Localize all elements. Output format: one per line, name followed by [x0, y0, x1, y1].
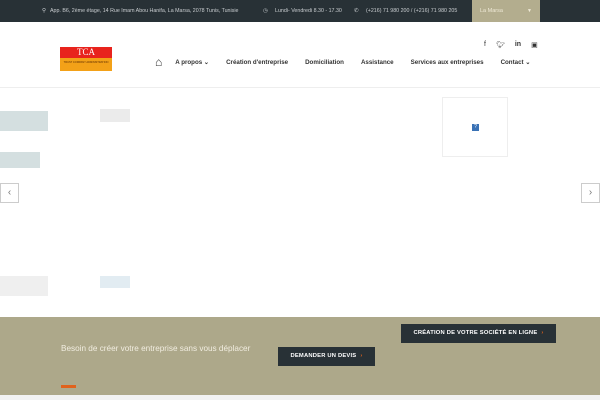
city-value: La Marsa — [480, 8, 503, 14]
youtube-icon[interactable]: ▣ — [531, 41, 538, 49]
nav-assistance[interactable]: Assistance — [361, 59, 394, 66]
demander-devis-button[interactable]: DEMANDER UN DEVIS › — [278, 347, 375, 366]
facebook-icon[interactable]: f — [484, 41, 486, 49]
hero-slider — [0, 88, 600, 317]
city-select[interactable]: La Marsa ▼ — [472, 0, 540, 22]
social-links: f 🐦︎ in ▣ — [484, 41, 538, 49]
cta-band: Besoin de créer votre entreprise sans vo… — [0, 317, 600, 395]
cta-text: Besoin de créer votre entreprise sans vo… — [61, 344, 251, 353]
nav-services[interactable]: Services aux entreprises — [411, 59, 484, 66]
home-icon[interactable]: ⌂ — [155, 55, 162, 69]
nav-contact[interactable]: Contact ⌄ — [501, 59, 531, 66]
slider-prev-button[interactable]: ‹ — [0, 183, 19, 203]
twitter-icon[interactable]: 🐦︎ — [496, 41, 505, 49]
phone-text: (+216) 71 980 200 / (+216) 71 980 205 — [366, 8, 458, 14]
broken-image: ? — [442, 97, 508, 157]
hours-text: Lundi- Vendredi 8.30 - 17.30 — [275, 8, 342, 14]
nav-domiciliation[interactable]: Domiciliation — [305, 59, 344, 66]
logo[interactable]: TCA TRUST COMPANY ADMINISTRATION — [60, 47, 112, 71]
nav-a-propos[interactable]: A propos ⌄ — [175, 59, 209, 66]
top-bar: ⚲ App. B6, 2ème étage, 14 Rue Imam Abou … — [0, 0, 600, 22]
image-fragment — [0, 152, 40, 168]
image-fragment — [100, 109, 130, 122]
header: TCA TRUST COMPANY ADMINISTRATION f 🐦︎ in… — [0, 22, 600, 88]
logo-subtitle: TRUST COMPANY ADMINISTRATION — [60, 58, 112, 71]
nav-creation[interactable]: Création d'entreprise — [226, 59, 288, 66]
chevron-right-icon: › — [360, 353, 363, 359]
accent-bar — [61, 385, 76, 388]
linkedin-icon[interactable]: in — [515, 41, 521, 49]
image-placeholder-icon: ? — [472, 124, 479, 131]
clock-icon: ◷ — [263, 8, 268, 14]
logo-title: TCA — [60, 47, 112, 58]
footer-strip — [0, 395, 600, 400]
image-fragment — [0, 276, 48, 296]
chevron-right-icon: › — [541, 330, 544, 336]
main-nav: ⌂ A propos ⌄ Création d'entreprise Domic… — [155, 55, 548, 69]
location-icon: ⚲ — [42, 8, 46, 14]
image-fragment — [100, 276, 130, 288]
caret-down-icon: ▼ — [527, 8, 532, 14]
slider-next-button[interactable]: › — [581, 183, 600, 203]
creation-en-ligne-button[interactable]: CRÉATION DE VOTRE SOCIÉTÉ EN LIGNE › — [401, 324, 556, 343]
phone-icon: ✆ — [354, 8, 359, 14]
address-text: App. B6, 2ème étage, 14 Rue Imam Abou Ha… — [50, 8, 239, 14]
image-fragment — [0, 111, 48, 131]
